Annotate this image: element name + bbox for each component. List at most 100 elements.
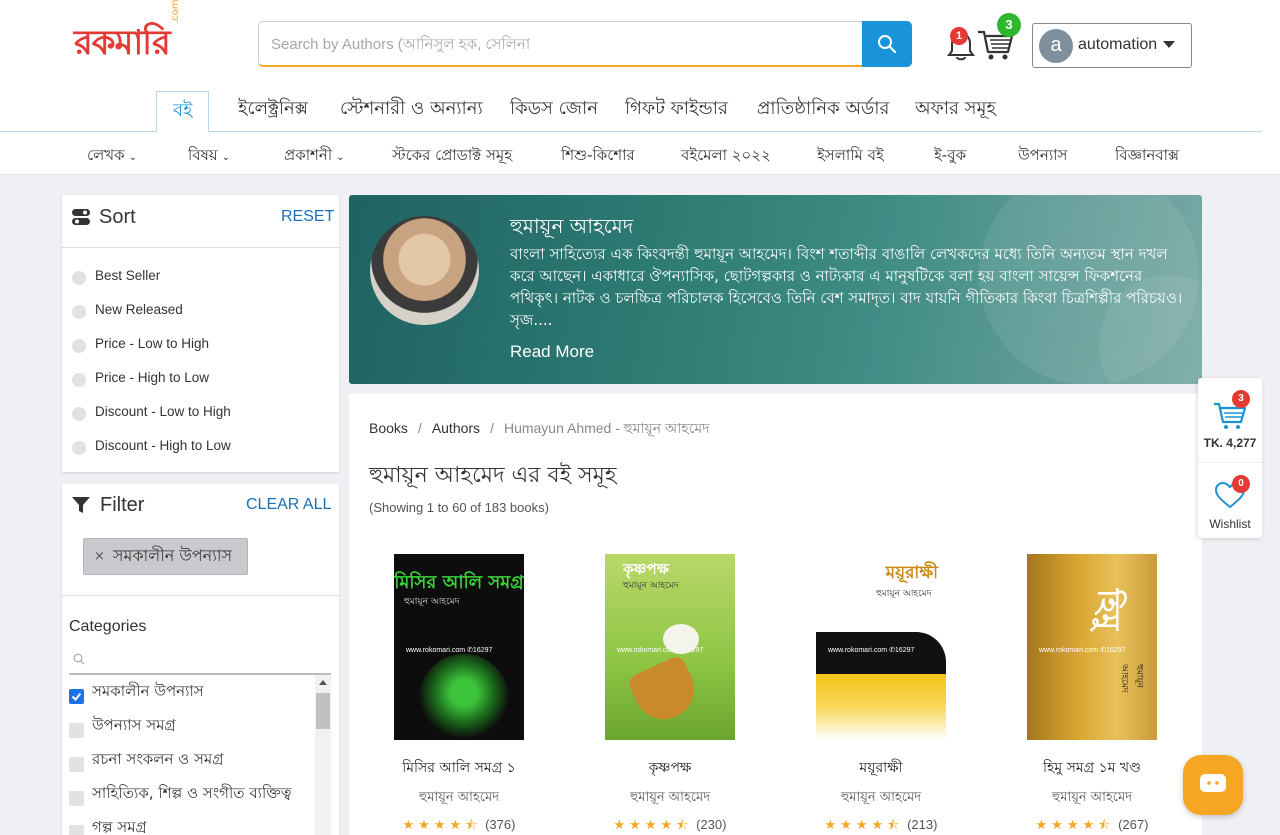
category-item[interactable]: সমকালীন উপন্যাস (69, 680, 204, 705)
radio-button[interactable] (72, 407, 86, 421)
tab-institutional-order[interactable]: প্রাতিষ্ঠানিক অর্ডার (757, 94, 889, 125)
category-checkbox[interactable] (69, 723, 84, 738)
book-card[interactable]: মিসির আলি সমগ্র হুমায়ূন আহমেদ www.rokom… (369, 554, 549, 835)
book-card[interactable]: ময়ূরাক্ষী হুমায়ূন আহমেদ www.rokomari.c… (791, 554, 971, 835)
search-icon (73, 653, 85, 665)
book-cover[interactable]: মিসির আলি সমগ্র হুমায়ূন আহমেদ www.rokom… (394, 554, 524, 740)
book-rating: ★★★★⯪ (230) (580, 816, 760, 835)
nav-ebook[interactable]: ই-বুক (934, 144, 966, 169)
category-checkbox[interactable] (69, 757, 84, 772)
category-item[interactable]: রচনা সংকলন ও সমগ্র (69, 748, 223, 773)
result-count: (Showing 1 to 60 of 183 books) (369, 500, 549, 515)
sort-reset-button[interactable]: RESET (281, 208, 334, 226)
book-author[interactable]: হুমায়ূন আহমেদ (369, 788, 549, 809)
read-more-link[interactable]: Read More (510, 342, 594, 362)
book-card[interactable]: কৃষ্ণপক্ষ হুমায়ূন আহমেদ www.rokomari.co… (580, 554, 760, 835)
close-icon[interactable]: × (94, 549, 105, 564)
user-menu[interactable]: a automation (1032, 23, 1192, 68)
main-category-tabs: বই ইলেক্ট্রনিক্স স্টেশনারী ও অন্যান্য কি… (0, 90, 1262, 132)
floating-cart-button[interactable]: 3 (1212, 390, 1250, 430)
book-title[interactable]: মিসির আলি সমগ্র ১ (369, 756, 549, 780)
book-title[interactable]: ময়ূরাক্ষী (791, 756, 971, 780)
book-cover[interactable]: কৃষ্ণপক্ষ হুমায়ূন আহমেদ www.rokomari.co… (605, 554, 735, 740)
chat-button[interactable] (1183, 755, 1243, 815)
book-cover[interactable]: হিমু হুমায়ূন আহমেদ www.rokomari.com ✆16… (1027, 554, 1157, 740)
category-item[interactable]: গল্প সমগ্র (69, 816, 147, 835)
review-count: (213) (907, 817, 938, 832)
chevron-down-icon: ⌄ (128, 152, 137, 163)
nav-subject[interactable]: বিষয় ⌄ (188, 144, 230, 169)
notification-badge: 1 (950, 27, 968, 45)
scroll-thumb[interactable] (316, 693, 330, 729)
cover-author: হুমায়ূন আহমেদ (623, 581, 679, 591)
sort-option-price-low-high[interactable]: Price - Low to High (72, 333, 209, 353)
tab-books[interactable]: বই (156, 91, 210, 132)
floating-cart-widget: 3 TK. 4,277 0 Wishlist (1198, 378, 1262, 538)
radio-button[interactable] (72, 441, 86, 455)
sort-option-new-released[interactable]: New Released (72, 299, 183, 319)
active-filter-chip[interactable]: × সমকালীন উপন্যাস (83, 538, 248, 575)
review-count: (267) (1118, 817, 1149, 832)
radio-button[interactable] (72, 271, 86, 285)
check-icon (71, 692, 82, 701)
sort-option-discount-high-low[interactable]: Discount - High to Low (72, 435, 231, 455)
search-input[interactable] (271, 32, 851, 56)
tab-electronics[interactable]: ইলেক্ট্রনিক্স (238, 94, 308, 125)
cart-button[interactable]: 3 (976, 13, 1021, 62)
scroll-up-icon[interactable] (319, 680, 327, 685)
search-button[interactable] (862, 21, 912, 67)
category-checkbox[interactable] (69, 689, 84, 704)
sort-option-best-seller[interactable]: Best Seller (72, 265, 160, 285)
tab-kids-zone[interactable]: কিডস জোন (510, 94, 598, 125)
wishlist-button[interactable]: 0 (1214, 475, 1250, 509)
page-title: হুমায়ূন আহমেদ এর বই সমূহ (369, 463, 617, 488)
nav-islamic-books[interactable]: ইসলামি বই (817, 144, 884, 169)
review-count: (376) (485, 817, 516, 832)
nav-stock-products[interactable]: স্টকের প্রোডাক্ট সমূহ (392, 144, 512, 169)
category-item[interactable]: উপন্যাস সমগ্র (69, 714, 176, 739)
book-author[interactable]: হুমায়ূন আহমেদ (1002, 788, 1182, 809)
divider (62, 247, 339, 248)
book-list-section: Books / Authors / Humayun Ahmed - হুমায়ূন আ… (349, 394, 1202, 835)
tab-gift-finder[interactable]: গিফট ফাইন্ডার (625, 94, 728, 125)
cover-art (663, 624, 699, 654)
site-header: রকমারি .com 1 3 a automation (0, 0, 1280, 175)
nav-novel[interactable]: উপন্যাস (1018, 144, 1067, 169)
notification-button[interactable]: 1 (944, 27, 978, 64)
book-author[interactable]: হুমায়ূন আহমেদ (580, 788, 760, 809)
clear-all-button[interactable]: CLEAR ALL (246, 496, 331, 514)
cover-url: www.rokomari.com ✆16297 (1039, 647, 1126, 654)
breadcrumb-books[interactable]: Books (369, 420, 408, 436)
nav-science-box[interactable]: বিজ্ঞানবাক্স (1115, 144, 1179, 169)
category-checkbox[interactable] (69, 825, 84, 835)
nav-children[interactable]: শিশু-কিশোর (561, 144, 635, 169)
book-card[interactable]: হিমু হুমায়ূন আহমেদ www.rokomari.com ✆16… (1002, 554, 1182, 835)
category-search-input[interactable] (69, 648, 331, 675)
author-bio: বাংলা সাহিত্যের এক কিংবদন্তী হুমায়ূন আহ… (510, 245, 1183, 329)
rokomari-logo[interactable]: রকমারি .com (74, 0, 184, 66)
breadcrumb-authors[interactable]: Authors (432, 420, 480, 436)
book-title[interactable]: হিমু সমগ্র ১ম খণ্ড (1002, 756, 1182, 780)
author-banner: হুমায়ূন আহমেদ বাংলা সাহিত্যের এক কিংবদন… (349, 195, 1202, 384)
book-cover[interactable]: ময়ূরাক্ষী হুমায়ূন আহমেদ www.rokomari.c… (816, 554, 946, 740)
radio-button[interactable] (72, 373, 86, 387)
floating-cart-badge: 3 (1232, 390, 1250, 408)
nav-writer[interactable]: লেখক ⌄ (87, 144, 137, 169)
category-item[interactable]: সাহিত্যিক, শিল্প ও সংগীত ব্যক্তিত্ব (69, 782, 292, 807)
category-checkbox[interactable] (69, 791, 84, 806)
nav-book-fair[interactable]: বইমেলা ২০২২ (681, 144, 771, 169)
author-name: হুমায়ূন আহমেদ (510, 214, 634, 238)
category-scrollbar[interactable] (315, 675, 331, 835)
book-author[interactable]: হুমায়ূন আহমেদ (791, 788, 971, 809)
tab-stationery[interactable]: স্টেশনারী ও অন্যান্য (340, 94, 483, 125)
tab-offers[interactable]: অফার সমূহ (915, 94, 996, 125)
sort-option-discount-low-high[interactable]: Discount - Low to High (72, 401, 231, 421)
radio-button[interactable] (72, 305, 86, 319)
sort-option-price-high-low[interactable]: Price - High to Low (72, 367, 209, 387)
radio-button[interactable] (72, 339, 86, 353)
book-title[interactable]: কৃষ্ণপক্ষ (580, 756, 760, 780)
nav-publisher[interactable]: প্রকাশনী ⌄ (284, 144, 345, 169)
cover-author: হুমায়ূন আহমেদ (876, 589, 932, 599)
book-rating: ★★★★⯪ (376) (369, 816, 549, 835)
cart-badge: 3 (997, 13, 1021, 37)
